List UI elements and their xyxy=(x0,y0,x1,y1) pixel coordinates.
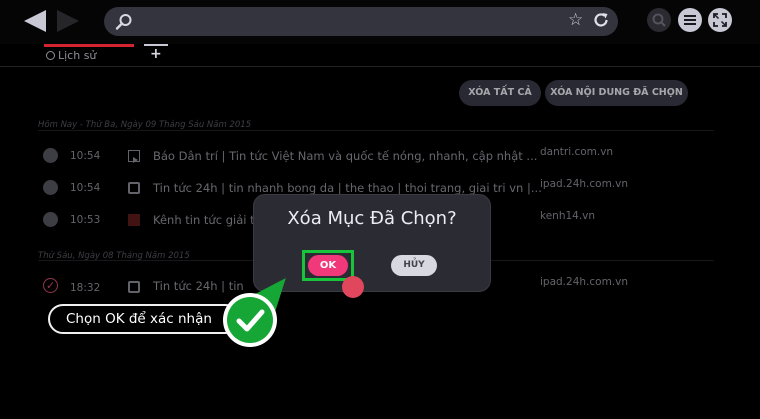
plus-icon[interactable]: + xyxy=(150,46,162,62)
zoom-button[interactable] xyxy=(647,8,671,32)
ok-button[interactable]: OK xyxy=(308,255,348,276)
clock-icon xyxy=(46,51,55,60)
zoom-icon xyxy=(652,13,666,27)
fullscreen-button[interactable] xyxy=(708,8,732,32)
checkmark-icon xyxy=(236,309,265,332)
back-arrow-icon[interactable] xyxy=(24,10,46,32)
annotation-text: Chọn OK để xác nhận xyxy=(66,311,212,327)
menu-button[interactable] xyxy=(678,8,702,32)
search-icon xyxy=(115,14,132,30)
menu-icon xyxy=(684,15,696,25)
cursor-indicator xyxy=(342,276,364,298)
tab-history-label: Lịch sử xyxy=(58,49,97,62)
reload-icon[interactable] xyxy=(592,11,610,29)
forward-arrow-icon[interactable] xyxy=(57,10,79,32)
checkmark-badge xyxy=(227,297,273,343)
star-icon[interactable]: ☆ xyxy=(568,10,583,30)
cancel-button[interactable]: HỦY xyxy=(391,255,437,276)
dialog-title: Xóa Mục Đã Chọn? xyxy=(287,208,457,229)
address-bar[interactable] xyxy=(104,7,618,36)
fullscreen-icon xyxy=(713,13,727,27)
